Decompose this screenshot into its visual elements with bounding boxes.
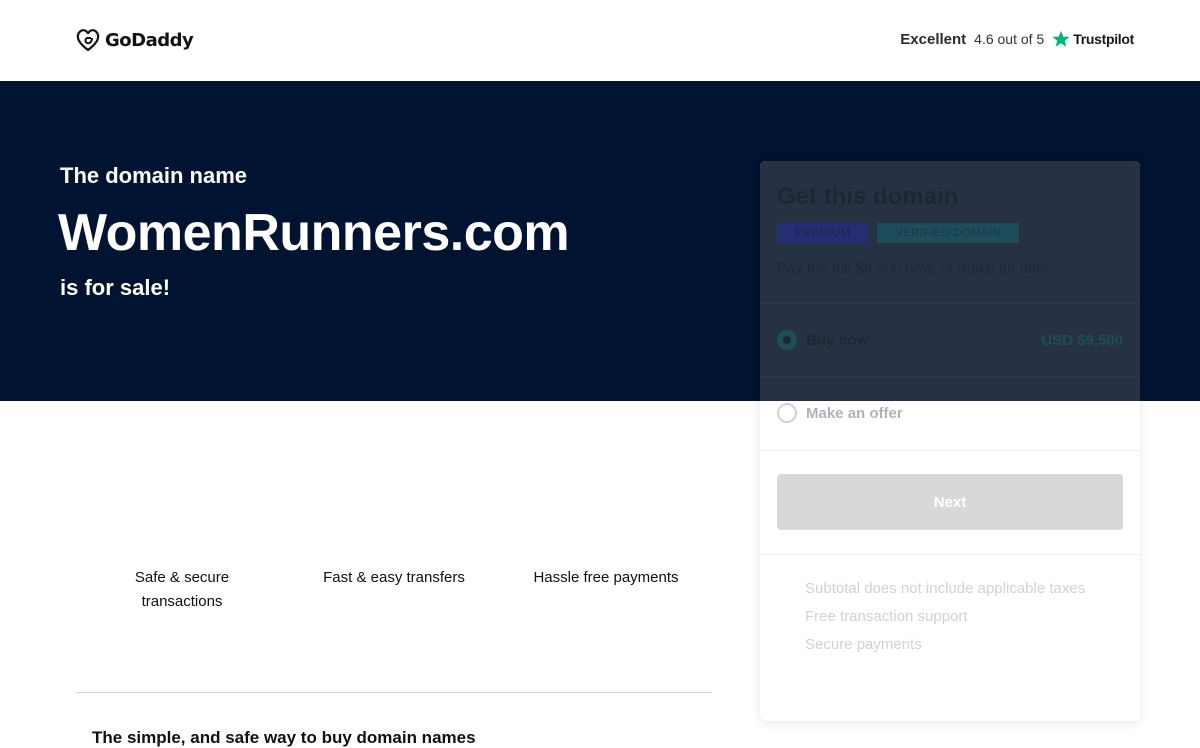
info-divider [760,554,1140,555]
verified-badge: VERIFIED DOMAIN [877,223,1019,243]
buy-now-price: USD $9,500 [1041,331,1123,349]
trustpilot-rating[interactable]: Excellent 4.6 out of 5 Trustpilot [900,30,1134,48]
purchase-card: Get this domain PREMIUM VERIFIED DOMAIN … [760,161,1140,721]
logo-text: GoDaddy [105,29,194,51]
premium-badge: PREMIUM [777,223,869,243]
domain-name-heading: WomenRunners.com [58,204,570,262]
info-support: Free transaction support [805,608,968,625]
next-button[interactable]: Next [777,474,1123,530]
section-divider [76,692,712,693]
option-divider [760,450,1140,451]
trustpilot-star-icon [1052,30,1070,47]
buy-now-option[interactable]: Buy now USD $9,500 [777,330,1123,350]
trustpilot-brand: Trustpilot [1073,31,1134,47]
card-description: Pay the full $9,500 now, or make an offe… [777,260,1053,277]
features-row: Safe & secure transactions Fast & easy t… [76,566,712,614]
for-sale-text: is for sale! [60,275,171,300]
badges: PREMIUM VERIFIED DOMAIN [777,223,1019,243]
feature-transfers: Fast & easy transfers [323,569,465,586]
info-taxes: Subtotal does not include applicable tax… [805,580,1086,597]
godaddy-heart-icon [76,29,100,52]
feature-secure: Safe & secure transactions [134,569,230,610]
rating-label: Excellent [900,30,967,48]
rating-score: 4.6 out of 5 [974,31,1045,47]
top-bar: GoDaddy Excellent 4.6 out of 5 Trustpilo… [0,0,1200,81]
option-divider [760,376,1140,377]
section-heading: The simple, and safe way to buy domain n… [92,728,476,747]
feature-payments: Hassle free payments [533,569,679,586]
make-offer-option[interactable]: Make an offer [777,403,1123,423]
godaddy-logo[interactable]: GoDaddy [75,27,194,53]
buy-now-label: Buy now [806,331,869,349]
card-title: Get this domain [777,183,959,210]
option-divider [760,303,1140,304]
make-offer-radio[interactable] [777,403,797,423]
hero-subtitle: The domain name [60,163,248,188]
info-secure: Secure payments [805,636,922,653]
buy-now-radio[interactable] [777,330,797,350]
make-offer-label: Make an offer [806,404,903,422]
